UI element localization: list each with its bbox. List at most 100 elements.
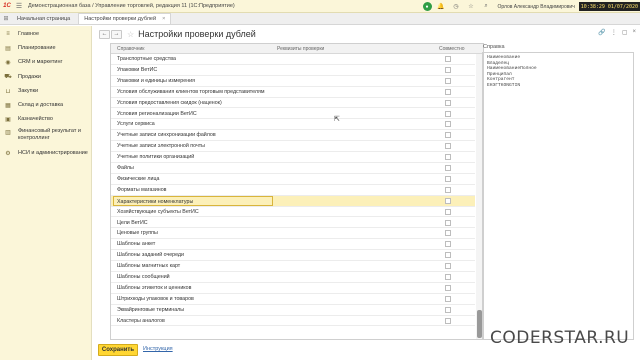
- table-row[interactable]: Шаблоны этикеток и ценников: [111, 283, 475, 294]
- together-checkbox[interactable]: [445, 230, 451, 237]
- table-row[interactable]: Услуги сервиса: [111, 119, 475, 131]
- window-title: Демонстрационная база / Управление торго…: [28, 3, 235, 9]
- star-icon[interactable]: ☆: [466, 1, 477, 12]
- favorite-star-icon[interactable]: ☆: [127, 30, 134, 39]
- table-row[interactable]: Хозяйствующие субъекты ВетИС: [111, 207, 475, 218]
- table-row[interactable]: Характеристики номенклатуры: [111, 195, 475, 207]
- main-menu-icon[interactable]: ☰: [14, 2, 24, 10]
- catalog-cell: Шаблоны анкет: [117, 241, 156, 248]
- together-checkbox[interactable]: [445, 56, 451, 62]
- together-checkbox[interactable]: [445, 241, 451, 248]
- close-icon[interactable]: ×: [632, 29, 636, 36]
- sidebar-item-warehouse[interactable]: ▦ Склад и доставка: [0, 101, 92, 109]
- table-row[interactable]: Физические лица: [111, 174, 475, 185]
- catalog-cell: Транспортные средства: [117, 56, 176, 62]
- sidebar-item-planning[interactable]: ▤ Планирование: [0, 44, 92, 52]
- table-row[interactable]: Файлы: [111, 163, 475, 174]
- sidebar-item-finance[interactable]: ▥ Финансовый результат и контроллинг: [0, 128, 92, 142]
- close-icon[interactable]: ×: [162, 16, 165, 22]
- together-checkbox[interactable]: [445, 252, 451, 259]
- catalog-cell: Физические лица: [117, 175, 160, 182]
- title-bar: 1С ☰ Демонстрационная база / Управление …: [0, 0, 640, 13]
- gear-icon: ⚙: [5, 150, 11, 157]
- table-row[interactable]: Учетные записи синхронизации файлов: [111, 130, 475, 142]
- user-name[interactable]: Орлов Александр Владимирович: [498, 4, 575, 10]
- sidebar-item-sales[interactable]: ⛟ Продажи: [0, 73, 92, 81]
- status-icon[interactable]: ●: [422, 2, 432, 11]
- search-icon[interactable]: ⌕: [481, 1, 492, 12]
- sidebar-item-admin[interactable]: ⚙ НСИ и администрирование: [0, 149, 92, 157]
- together-checkbox[interactable]: [445, 110, 451, 117]
- sidebar-item-treasury[interactable]: ▣ Казначейство: [0, 115, 92, 123]
- column-header-catalog[interactable]: Справочник: [117, 46, 145, 52]
- table-row[interactable]: Цели ВетИС: [111, 218, 475, 229]
- table-row[interactable]: Учетные политики организаций: [111, 152, 475, 163]
- together-checkbox[interactable]: [445, 99, 451, 106]
- together-checkbox[interactable]: [445, 165, 451, 171]
- together-checkbox[interactable]: [445, 295, 451, 302]
- table-row[interactable]: Условия предоставления скидок (наценок): [111, 98, 475, 109]
- table-row[interactable]: Условия обслуживания клиентов торговым п…: [111, 87, 475, 98]
- maximize-icon[interactable]: ▢: [622, 29, 628, 36]
- forward-button[interactable]: →: [111, 29, 122, 39]
- together-checkbox[interactable]: [445, 88, 451, 95]
- together-checkbox[interactable]: [445, 121, 451, 128]
- page-title: Настройки проверки дублей: [138, 29, 256, 39]
- link-icon[interactable]: 🔗: [598, 29, 605, 36]
- table-row[interactable]: Форматы магазинов: [111, 185, 475, 196]
- together-checkbox[interactable]: [445, 208, 451, 215]
- together-checkbox[interactable]: [445, 284, 451, 291]
- tab-duplicate-settings[interactable]: Настройки проверки дублей ×: [78, 13, 172, 24]
- finance-icon: ▥: [5, 129, 11, 136]
- sidebar-item-purchases[interactable]: ⊔ Закупки: [0, 87, 92, 95]
- together-checkbox[interactable]: [445, 175, 451, 182]
- table-row[interactable]: Штрихкоды упаковок и товаров: [111, 294, 475, 305]
- together-checkbox[interactable]: [445, 186, 451, 193]
- together-checkbox[interactable]: [445, 197, 451, 204]
- table-row[interactable]: Транспортные средства: [111, 54, 475, 65]
- table-row[interactable]: Шаблоны сообщений: [111, 272, 475, 283]
- help-textarea[interactable]: Наименование Владелец НаименованиеПолное…: [482, 52, 634, 340]
- table-row[interactable]: Учетные записи электронной почты: [111, 141, 475, 153]
- mouse-cursor-icon: ⇱: [334, 116, 340, 123]
- together-checkbox[interactable]: [445, 274, 451, 280]
- catalog-cell: Условия предоставления скидок (наценок): [117, 99, 222, 106]
- bell-icon[interactable]: 🔔: [436, 1, 447, 12]
- grid-icon[interactable]: ⊞: [0, 12, 12, 24]
- table-row[interactable]: Шаблоны заданий очереди: [111, 250, 475, 262]
- chart-icon: ▤: [5, 45, 11, 52]
- more-icon[interactable]: ⋮: [611, 29, 617, 36]
- column-header-attributes[interactable]: Реквизиты проверки: [277, 46, 324, 52]
- app-logo: 1С: [3, 3, 11, 9]
- help-line: ЕНЭГТКОNGTIN: [487, 82, 521, 88]
- table-row[interactable]: Упаковки и единицы измерения: [111, 76, 475, 87]
- table-row[interactable]: Шаблоны анкет: [111, 239, 475, 251]
- catalog-cell: Шаблоны заданий очереди: [117, 252, 184, 259]
- sidebar: ≡ Главное ▤ Планирование ◉ CRM и маркетинг …: [0, 26, 92, 360]
- table-row[interactable]: Кластеры аналогов: [111, 316, 475, 327]
- instruction-link[interactable]: Инструкция: [143, 346, 173, 352]
- back-button[interactable]: ←: [99, 29, 110, 39]
- together-checkbox[interactable]: [445, 132, 451, 139]
- together-checkbox[interactable]: [445, 143, 451, 150]
- save-button[interactable]: Сохранить: [98, 344, 138, 356]
- together-checkbox[interactable]: [445, 219, 451, 226]
- sidebar-item-main[interactable]: ≡ Главное: [0, 30, 92, 38]
- history-icon[interactable]: ◷: [451, 1, 462, 12]
- tab-home[interactable]: Начальная страница: [12, 13, 75, 24]
- together-checkbox[interactable]: [445, 306, 451, 313]
- table-row[interactable]: Упаковки ВетИС: [111, 65, 475, 76]
- together-checkbox[interactable]: [445, 154, 451, 161]
- sidebar-item-crm[interactable]: ◉ CRM и маркетинг: [0, 58, 92, 66]
- catalog-cell: Шаблоны магнитных карт: [117, 263, 181, 270]
- crm-icon: ◉: [5, 59, 11, 66]
- table-row[interactable]: Шаблоны магнитных карт: [111, 261, 475, 272]
- table-row[interactable]: Ценовые группы: [111, 228, 475, 240]
- table-row[interactable]: Условия регионализации ВетИС: [111, 109, 475, 120]
- together-checkbox[interactable]: [445, 66, 451, 73]
- together-checkbox[interactable]: [445, 263, 451, 270]
- column-header-together[interactable]: Совместно: [439, 46, 465, 52]
- together-checkbox[interactable]: [445, 77, 451, 84]
- together-checkbox[interactable]: [445, 317, 451, 324]
- table-row[interactable]: Эквайринговые терминалы: [111, 305, 475, 316]
